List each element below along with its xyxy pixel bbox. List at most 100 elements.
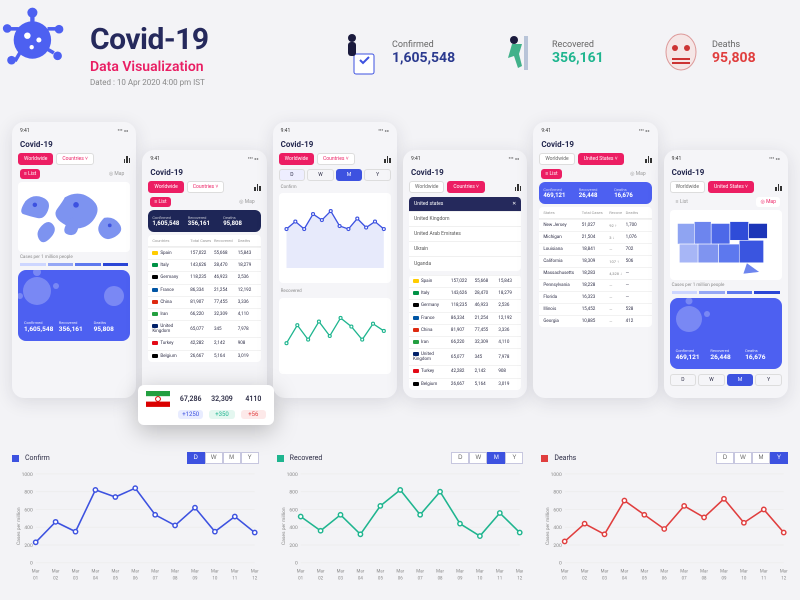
tab-list[interactable]: ≡ List bbox=[20, 169, 40, 179]
table-row[interactable]: Michigan21,5043 ↓1,076 bbox=[539, 231, 651, 243]
table-row[interactable]: Louisiana18,841—702 bbox=[539, 243, 651, 255]
seg-W[interactable]: W bbox=[469, 452, 487, 464]
mini-chart-confirm bbox=[279, 193, 391, 283]
table-row[interactable]: United Kingdom 65,0773457,978 bbox=[409, 348, 521, 365]
chart-title: Confirm bbox=[25, 454, 50, 462]
table-row[interactable]: France 86,33421,25412,192 bbox=[148, 284, 260, 296]
close-icon[interactable]: ✕ bbox=[512, 201, 516, 207]
pill-countries[interactable]: Countries ˅ bbox=[317, 153, 355, 165]
pill-worldwide[interactable]: Worldwide bbox=[409, 181, 444, 193]
page-subtitle: Data Visualization bbox=[90, 59, 209, 75]
pill-countries[interactable]: Countries ˅ bbox=[447, 181, 485, 193]
chart-icon[interactable] bbox=[645, 156, 652, 163]
table-row[interactable]: Iran 66,22032,3094,110 bbox=[148, 308, 260, 320]
pill-worldwide[interactable]: Worldwide bbox=[279, 153, 314, 165]
tab-list[interactable]: ≡ List bbox=[150, 197, 170, 207]
segmented-control[interactable]: DWMY bbox=[187, 452, 259, 464]
table-row[interactable]: Italy 143,62628,47018,279 bbox=[409, 287, 521, 299]
chart-icon[interactable] bbox=[384, 156, 391, 163]
table-row[interactable]: Spain 157,02255,66815,843 bbox=[409, 275, 521, 287]
table-row[interactable]: China 81,90777,4553,336 bbox=[409, 324, 521, 336]
table-row[interactable]: United Kingdom 65,0773457,978 bbox=[148, 320, 260, 337]
table-row[interactable]: Pennsylvania18,228—— bbox=[539, 279, 651, 291]
page-title: Covid-19 bbox=[90, 22, 209, 57]
svg-text:400: 400 bbox=[24, 525, 33, 531]
dropdown-option[interactable]: United Kingdom bbox=[409, 211, 521, 226]
seg-W[interactable]: W bbox=[205, 452, 223, 464]
table-row[interactable]: Belgium 26,6675,1643,019 bbox=[148, 350, 260, 362]
pill-worldwide[interactable]: Worldwide bbox=[539, 153, 574, 165]
svg-text:11: 11 bbox=[497, 575, 502, 581]
seg-Y[interactable]: Y bbox=[770, 452, 788, 464]
summary-card: Confirmed1,605,548 Recovered356,161 Deat… bbox=[18, 270, 130, 341]
seg-D[interactable]: D bbox=[451, 452, 469, 464]
table-row[interactable]: Turkey 42,2822,142908 bbox=[148, 337, 260, 349]
chart-icon[interactable] bbox=[515, 184, 522, 191]
seg-M[interactable]: M bbox=[223, 452, 241, 464]
pill-worldwide[interactable]: Worldwide bbox=[670, 181, 705, 193]
tab-map[interactable]: ◎ Map bbox=[235, 197, 259, 207]
legend-swatch bbox=[12, 455, 19, 462]
seg-D[interactable]: D bbox=[187, 452, 205, 464]
pill-countries[interactable]: Countries ˅ bbox=[187, 181, 225, 193]
seg-d[interactable]: D bbox=[279, 169, 306, 181]
dropdown-option[interactable]: Uganda bbox=[409, 256, 521, 271]
chart-icon[interactable] bbox=[254, 184, 261, 191]
seg-m[interactable]: M bbox=[336, 169, 363, 181]
table-row[interactable]: Massachusetts18,2834,328 ↓— bbox=[539, 267, 651, 279]
pill-worldwide[interactable]: Worldwide bbox=[18, 153, 53, 165]
tab-map[interactable]: ◎ Map bbox=[105, 169, 129, 179]
table-row[interactable]: China 81,90777,4553,336 bbox=[148, 296, 260, 308]
bottom-chart-0: Confirm DWMY Cases per million 020040060… bbox=[12, 452, 259, 587]
legend-swatch bbox=[277, 455, 284, 462]
tab-list[interactable]: ≡ List bbox=[672, 197, 692, 207]
seg-Y[interactable]: Y bbox=[505, 452, 523, 464]
svg-text:11: 11 bbox=[762, 575, 767, 581]
table-row[interactable]: California18,309107 ↑506 bbox=[539, 255, 651, 267]
table-row[interactable]: Illinois15,452—528 bbox=[539, 303, 651, 315]
segmented-control[interactable]: DWMY bbox=[451, 452, 523, 464]
tab-map[interactable]: ◎ Map bbox=[756, 197, 780, 207]
table-row[interactable]: Spain 157,02255,66815,843 bbox=[148, 247, 260, 259]
svg-text:Mar: Mar bbox=[561, 569, 569, 575]
table-row[interactable]: Belgium 26,6675,1643,019 bbox=[409, 378, 521, 390]
segmented-control[interactable]: DWMY bbox=[716, 452, 788, 464]
seg-w[interactable]: W bbox=[307, 169, 334, 181]
seg-y[interactable]: Y bbox=[364, 169, 391, 181]
svg-text:200: 200 bbox=[554, 543, 563, 549]
dropdown-option[interactable]: United Arab Emirates bbox=[409, 226, 521, 241]
table-row[interactable]: Iran 66,22032,3094,110 bbox=[409, 336, 521, 348]
tab-map[interactable]: ◎ Map bbox=[626, 169, 650, 179]
table-row[interactable]: Germany 118,23546,9232,536 bbox=[409, 299, 521, 311]
pill-worldwide[interactable]: Worldwide bbox=[148, 181, 183, 193]
svg-text:0: 0 bbox=[559, 561, 562, 567]
table-row[interactable]: New Jersey51,02792 ↑1,700 bbox=[539, 219, 651, 231]
seg-M[interactable]: M bbox=[487, 452, 505, 464]
pill-us[interactable]: United States ˅ bbox=[708, 181, 754, 193]
chart-icon[interactable] bbox=[124, 156, 131, 163]
table-row[interactable]: Georgia10,885—412 bbox=[539, 315, 651, 327]
svg-text:12: 12 bbox=[252, 575, 257, 581]
pill-us[interactable]: United States ˅ bbox=[578, 153, 624, 165]
country-dropdown[interactable]: United states✕ United Kingdom United Ara… bbox=[409, 197, 521, 271]
svg-text:Mar: Mar bbox=[396, 569, 404, 575]
svg-text:Mar: Mar bbox=[296, 569, 304, 575]
table-row[interactable]: France 86,33421,25412,192 bbox=[409, 312, 521, 324]
seg-W[interactable]: W bbox=[734, 452, 752, 464]
table-row[interactable]: Germany 118,23546,9232,536 bbox=[148, 271, 260, 283]
pill-countries[interactable]: Countries ˅ bbox=[56, 153, 94, 165]
seg-Y[interactable]: Y bbox=[241, 452, 259, 464]
seg-M[interactable]: M bbox=[752, 452, 770, 464]
svg-text:10: 10 bbox=[477, 575, 482, 581]
us-map[interactable] bbox=[670, 210, 782, 280]
table-row[interactable]: Italy 143,62628,47018,279 bbox=[148, 259, 260, 271]
chart-icon[interactable] bbox=[775, 184, 782, 191]
dropdown-option[interactable]: Ukrain bbox=[409, 241, 521, 256]
table-row[interactable]: Turkey 42,2822,142908 bbox=[409, 365, 521, 377]
tab-list[interactable]: ≡ List bbox=[541, 169, 561, 179]
world-map[interactable] bbox=[18, 182, 130, 252]
table-row[interactable]: Florida16,323—— bbox=[539, 291, 651, 303]
seg-D[interactable]: D bbox=[716, 452, 734, 464]
svg-text:06: 06 bbox=[397, 575, 402, 581]
svg-text:Cases per million: Cases per million bbox=[281, 507, 287, 545]
